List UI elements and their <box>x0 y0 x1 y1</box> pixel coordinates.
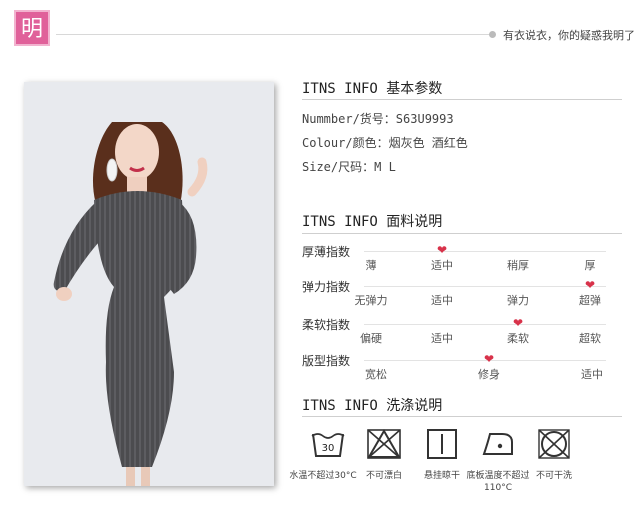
fabric-scale-label: 厚 <box>584 259 596 272</box>
iron-low-icon <box>482 433 513 455</box>
brand-badge: 明 <box>14 10 50 46</box>
fabric-scale-label: 柔软 <box>507 332 529 345</box>
fabric-row-label: 版型指数 <box>302 354 351 368</box>
heart-icon: ❤ <box>483 352 495 366</box>
care-label-dryclean: 不可干洗 <box>535 471 572 481</box>
fabric-scale-label: 适中 <box>581 368 603 381</box>
fabric-row-track <box>364 251 606 252</box>
fabric-scale-label: 适中 <box>431 332 453 345</box>
fabric-scale-label: 弹力 <box>507 294 529 307</box>
washing-title-en: ITNS INFO <box>302 398 387 414</box>
no-bleach-icon <box>367 428 401 459</box>
product-photo <box>24 82 274 486</box>
fabric-title-cn: 面料说明 <box>386 214 443 230</box>
fabric-scale-label: 超软 <box>579 332 601 345</box>
basic-title-cn: 基本参数 <box>386 81 443 97</box>
hang-dry-icon <box>427 429 457 459</box>
fabric-title-en: ITNS INFO <box>302 214 387 230</box>
fabric-scale-label: 修身 <box>478 368 500 381</box>
fabric-info-title: ITNS INFO 面料说明 <box>302 211 442 231</box>
washing-info-title: ITNS INFO 洗涤说明 <box>302 395 442 415</box>
basic-title-en: ITNS INFO <box>302 81 387 97</box>
product-colour: Colour/颜色：烟灰色 酒红色 <box>302 136 468 150</box>
fabric-row-label: 柔软指数 <box>302 318 351 332</box>
wash-temp-text: 30 <box>322 443 335 454</box>
heart-icon: ❤ <box>436 243 448 257</box>
model-illustration <box>53 122 208 486</box>
fabric-scale-label: 适中 <box>431 259 453 272</box>
heart-icon: ❤ <box>584 278 596 292</box>
wash-30-icon: 30 <box>311 433 345 457</box>
care-label-wash: 水温不超过30°C <box>289 471 357 481</box>
fabric-scale-label: 薄 <box>365 259 377 272</box>
fabric-scale-label: 无弹力 <box>354 294 388 307</box>
washing-info-rule <box>302 416 622 417</box>
basic-info-title: ITNS INFO 基本参数 <box>302 78 442 98</box>
fabric-scale-label: 宽松 <box>365 368 387 381</box>
header-slogan: 有衣说衣，你的疑惑我明了 <box>503 29 635 42</box>
fabric-scale-label: 稍厚 <box>507 259 529 272</box>
fabric-info-rule <box>302 233 622 234</box>
fabric-scale-label: 超弹 <box>579 294 601 307</box>
header-divider <box>56 34 490 35</box>
basic-info-rule <box>302 99 622 100</box>
washing-title-cn: 洗涤说明 <box>386 398 443 414</box>
fabric-row-label: 弹力指数 <box>302 280 351 294</box>
fabric-row-track <box>364 286 606 287</box>
fabric-scale-label: 适中 <box>431 294 453 307</box>
product-size: Size/尺码：M L <box>302 160 396 174</box>
header-dot <box>489 31 496 38</box>
fabric-row-track <box>364 324 606 325</box>
heart-icon: ❤ <box>512 316 524 330</box>
no-dry-clean-icon <box>538 429 570 459</box>
fabric-row-label: 厚薄指数 <box>302 245 351 259</box>
fabric-scale-label: 偏硬 <box>360 332 382 345</box>
product-number: Nummber/货号：S63U9993 <box>302 112 454 126</box>
